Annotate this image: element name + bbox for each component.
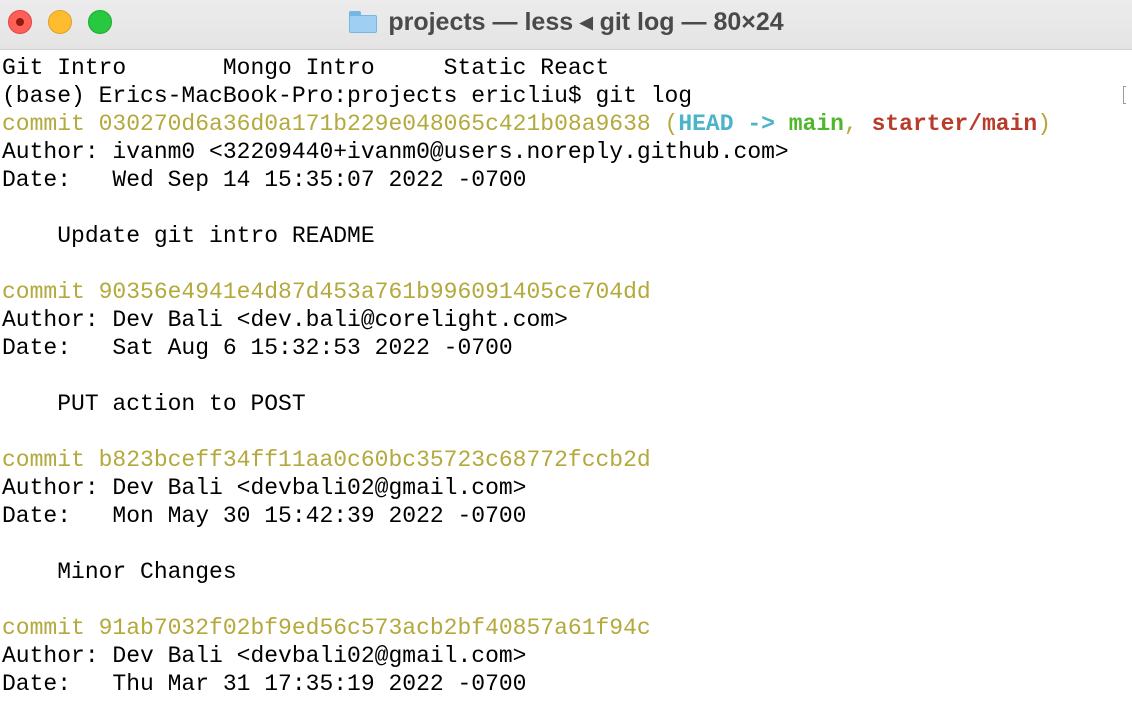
command-prompt: (base) Erics-MacBook-Pro:projects ericli… [2,83,693,109]
head-ref: HEAD -> [678,111,789,137]
terminal-window: projects — less ◂ git log — 80×24 Git In… [0,0,1132,726]
author-line: Author: ivanm0 <32209440+ivanm0@users.no… [2,139,789,165]
author-line: Author: Dev Bali <dev.bali@corelight.com… [2,307,568,333]
date-line: Date: Sat Aug 6 15:32:53 2022 -0700 [2,335,513,361]
remote-ref: starter/main [871,111,1038,137]
commit-message: Minor Changes [2,559,237,585]
commit-hash: commit 030270d6a36d0a171b229e048065c421b… [2,111,651,137]
terminal-output[interactable]: Git Intro Mongo Intro Static React (base… [2,54,1132,698]
commit-message: PUT action to POST [2,391,306,417]
commit-line: commit 030270d6a36d0a171b229e048065c421b… [2,110,1132,138]
commit-line: commit 90356e4941e4d87d453a761b996091405… [2,279,651,305]
date-line: Date: Thu Mar 31 17:35:19 2022 -0700 [2,671,527,697]
author-line: Author: Dev Bali <devbali02@gmail.com> [2,475,527,501]
ref-separator: , [843,111,872,137]
date-line: Date: Wed Sep 14 15:35:07 2022 -0700 [2,167,527,193]
ref-open: ( [650,111,679,137]
folder-icon [348,10,378,34]
ref-close: ) [1037,111,1052,137]
commit-line: commit 91ab7032f02bf9ed56c573acb2bf40857… [2,615,651,641]
directory-listing: Git Intro Mongo Intro Static React [2,55,610,81]
title-bar: projects — less ◂ git log — 80×24 [0,0,1132,50]
window-title: projects — less ◂ git log — 80×24 [388,8,784,36]
commit-message: Update git intro README [2,223,375,249]
branch-ref: main [788,111,844,137]
author-line: Author: Dev Bali <devbali02@gmail.com> [2,643,527,669]
window-title-area: projects — less ◂ git log — 80×24 [0,0,1132,44]
commit-line: commit b823bceff34ff11aa0c60bc35723c6877… [2,447,651,473]
date-line: Date: Mon May 30 15:42:39 2022 -0700 [2,503,527,529]
